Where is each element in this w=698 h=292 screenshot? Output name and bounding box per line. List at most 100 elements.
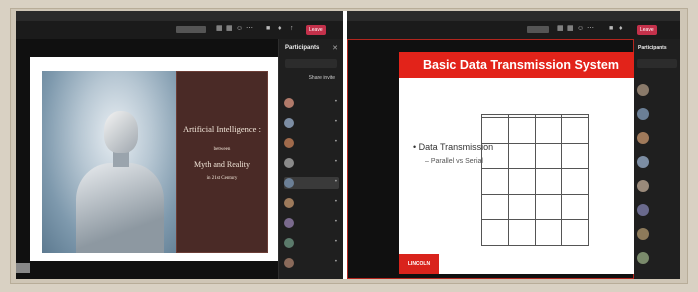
people-icon[interactable]: ▦ [567, 25, 574, 33]
avatar [284, 178, 294, 188]
participant-item[interactable]: • [284, 97, 339, 109]
table-cell [561, 142, 589, 170]
mic-icon: • [334, 259, 337, 265]
avatar [284, 218, 294, 228]
avatar [637, 84, 649, 96]
table-cell [481, 193, 509, 221]
slide-title-box: Artificial Intelligence : between Myth a… [176, 71, 268, 253]
share-icon[interactable]: ↑ [290, 25, 294, 33]
slide-century: in 21st Century [206, 176, 238, 181]
transmission-slide: Basic Data Transmission System • Data Tr… [399, 52, 643, 274]
chat-icon[interactable]: ▦ [216, 25, 223, 33]
table-cell [561, 193, 589, 221]
slide-bullet-2: – Parallel vs Serial [425, 158, 483, 165]
participant-item[interactable]: • [284, 197, 339, 209]
ai-slide: Artificial Intelligence : between Myth a… [30, 57, 278, 261]
table-cell [481, 142, 509, 170]
avatar [637, 108, 649, 120]
participant-item[interactable]: • [284, 137, 339, 149]
avatar [637, 180, 649, 192]
slide-title-line2: Myth and Reality [194, 160, 250, 169]
people-icon[interactable]: ▦ [226, 25, 233, 33]
reactions-icon[interactable]: ☺ [577, 25, 584, 33]
meeting-timer [176, 26, 206, 33]
mic-icon: • [334, 119, 337, 125]
robot-image [42, 71, 176, 253]
avatar [637, 204, 649, 216]
more-icon[interactable]: ⋯ [587, 25, 594, 33]
avatar [637, 132, 649, 144]
meeting-toolbar: ▦ ▦ ☺ ⋯ ■ ♦ Leave [347, 21, 680, 39]
participant-item[interactable]: • [284, 177, 339, 189]
share-invite-button[interactable]: Share invite [309, 75, 335, 81]
mic-icon[interactable]: ♦ [619, 25, 623, 33]
leave-button[interactable]: Leave [637, 25, 657, 35]
table-cell [507, 117, 536, 144]
participant-item[interactable] [637, 203, 676, 216]
participant-item[interactable] [637, 227, 676, 240]
table-cell [561, 219, 589, 246]
self-view-thumbnail[interactable] [16, 263, 30, 273]
table-cell [507, 168, 536, 195]
table-cell [561, 117, 589, 144]
participant-item[interactable] [637, 251, 676, 264]
mic-icon: • [334, 159, 337, 165]
table-cell [534, 117, 563, 144]
table-cell [534, 142, 563, 170]
meeting-toolbar: ▦ ▦ ☺ ⋯ ■ ♦ ↑ Leave [16, 21, 343, 39]
table-cell [481, 117, 509, 144]
participant-search-input[interactable] [637, 59, 677, 68]
window-title [16, 11, 343, 21]
mic-icon: • [334, 179, 337, 185]
table-cell [507, 142, 536, 170]
table-row [481, 142, 589, 170]
close-icon[interactable]: ✕ [332, 44, 338, 52]
left-meeting-window: ▦ ▦ ☺ ⋯ ■ ♦ ↑ Leave Artificial Intellige… [16, 11, 343, 279]
avatar [284, 98, 294, 108]
participant-item[interactable]: • [284, 157, 339, 169]
table-cell [534, 193, 563, 221]
participant-item[interactable] [637, 83, 676, 96]
more-icon[interactable]: ⋯ [246, 25, 253, 33]
mic-icon[interactable]: ♦ [278, 25, 282, 33]
mic-icon: • [334, 139, 337, 145]
participant-item[interactable]: • [284, 257, 339, 269]
avatar [284, 198, 294, 208]
table-row [481, 117, 589, 144]
table-cell [534, 168, 563, 195]
participant-item[interactable] [637, 131, 676, 144]
table-cell [507, 193, 536, 221]
reactions-icon[interactable]: ☺ [236, 25, 243, 33]
table-cell [481, 219, 509, 246]
window-title [347, 11, 680, 21]
table-row [481, 219, 589, 246]
chat-icon[interactable]: ▦ [557, 25, 564, 33]
table-cell [481, 168, 509, 195]
leave-button[interactable]: Leave [306, 25, 326, 35]
avatar [284, 138, 294, 148]
mic-icon: • [334, 239, 337, 245]
camera-icon[interactable]: ■ [609, 25, 613, 33]
participant-item[interactable]: • [284, 217, 339, 229]
panel-title: Participants [285, 45, 320, 51]
slide-header: Basic Data Transmission System [399, 52, 643, 78]
meeting-timer [527, 26, 549, 33]
participant-item[interactable] [637, 107, 676, 120]
table-row [481, 193, 589, 221]
right-meeting-window: ▦ ▦ ☺ ⋯ ■ ♦ Leave Basic Data Transmissio… [347, 11, 680, 279]
camera-icon[interactable]: ■ [266, 25, 270, 33]
participant-item[interactable] [637, 155, 676, 168]
participant-item[interactable] [637, 179, 676, 192]
participant-search-input[interactable] [285, 59, 337, 68]
participant-item[interactable]: • [284, 117, 339, 129]
slide-title-line1: Artificial Intelligence : [183, 124, 261, 134]
avatar [284, 258, 294, 268]
panel-title: Participants [638, 45, 667, 51]
table-cell [561, 168, 589, 195]
table-cell [534, 219, 563, 246]
screenshots-container: ▦ ▦ ☺ ⋯ ■ ♦ ↑ Leave Artificial Intellige… [16, 11, 680, 279]
avatar [284, 238, 294, 248]
university-logo: LINCOLN [399, 254, 439, 274]
participant-item[interactable]: • [284, 237, 339, 249]
avatar [284, 158, 294, 168]
